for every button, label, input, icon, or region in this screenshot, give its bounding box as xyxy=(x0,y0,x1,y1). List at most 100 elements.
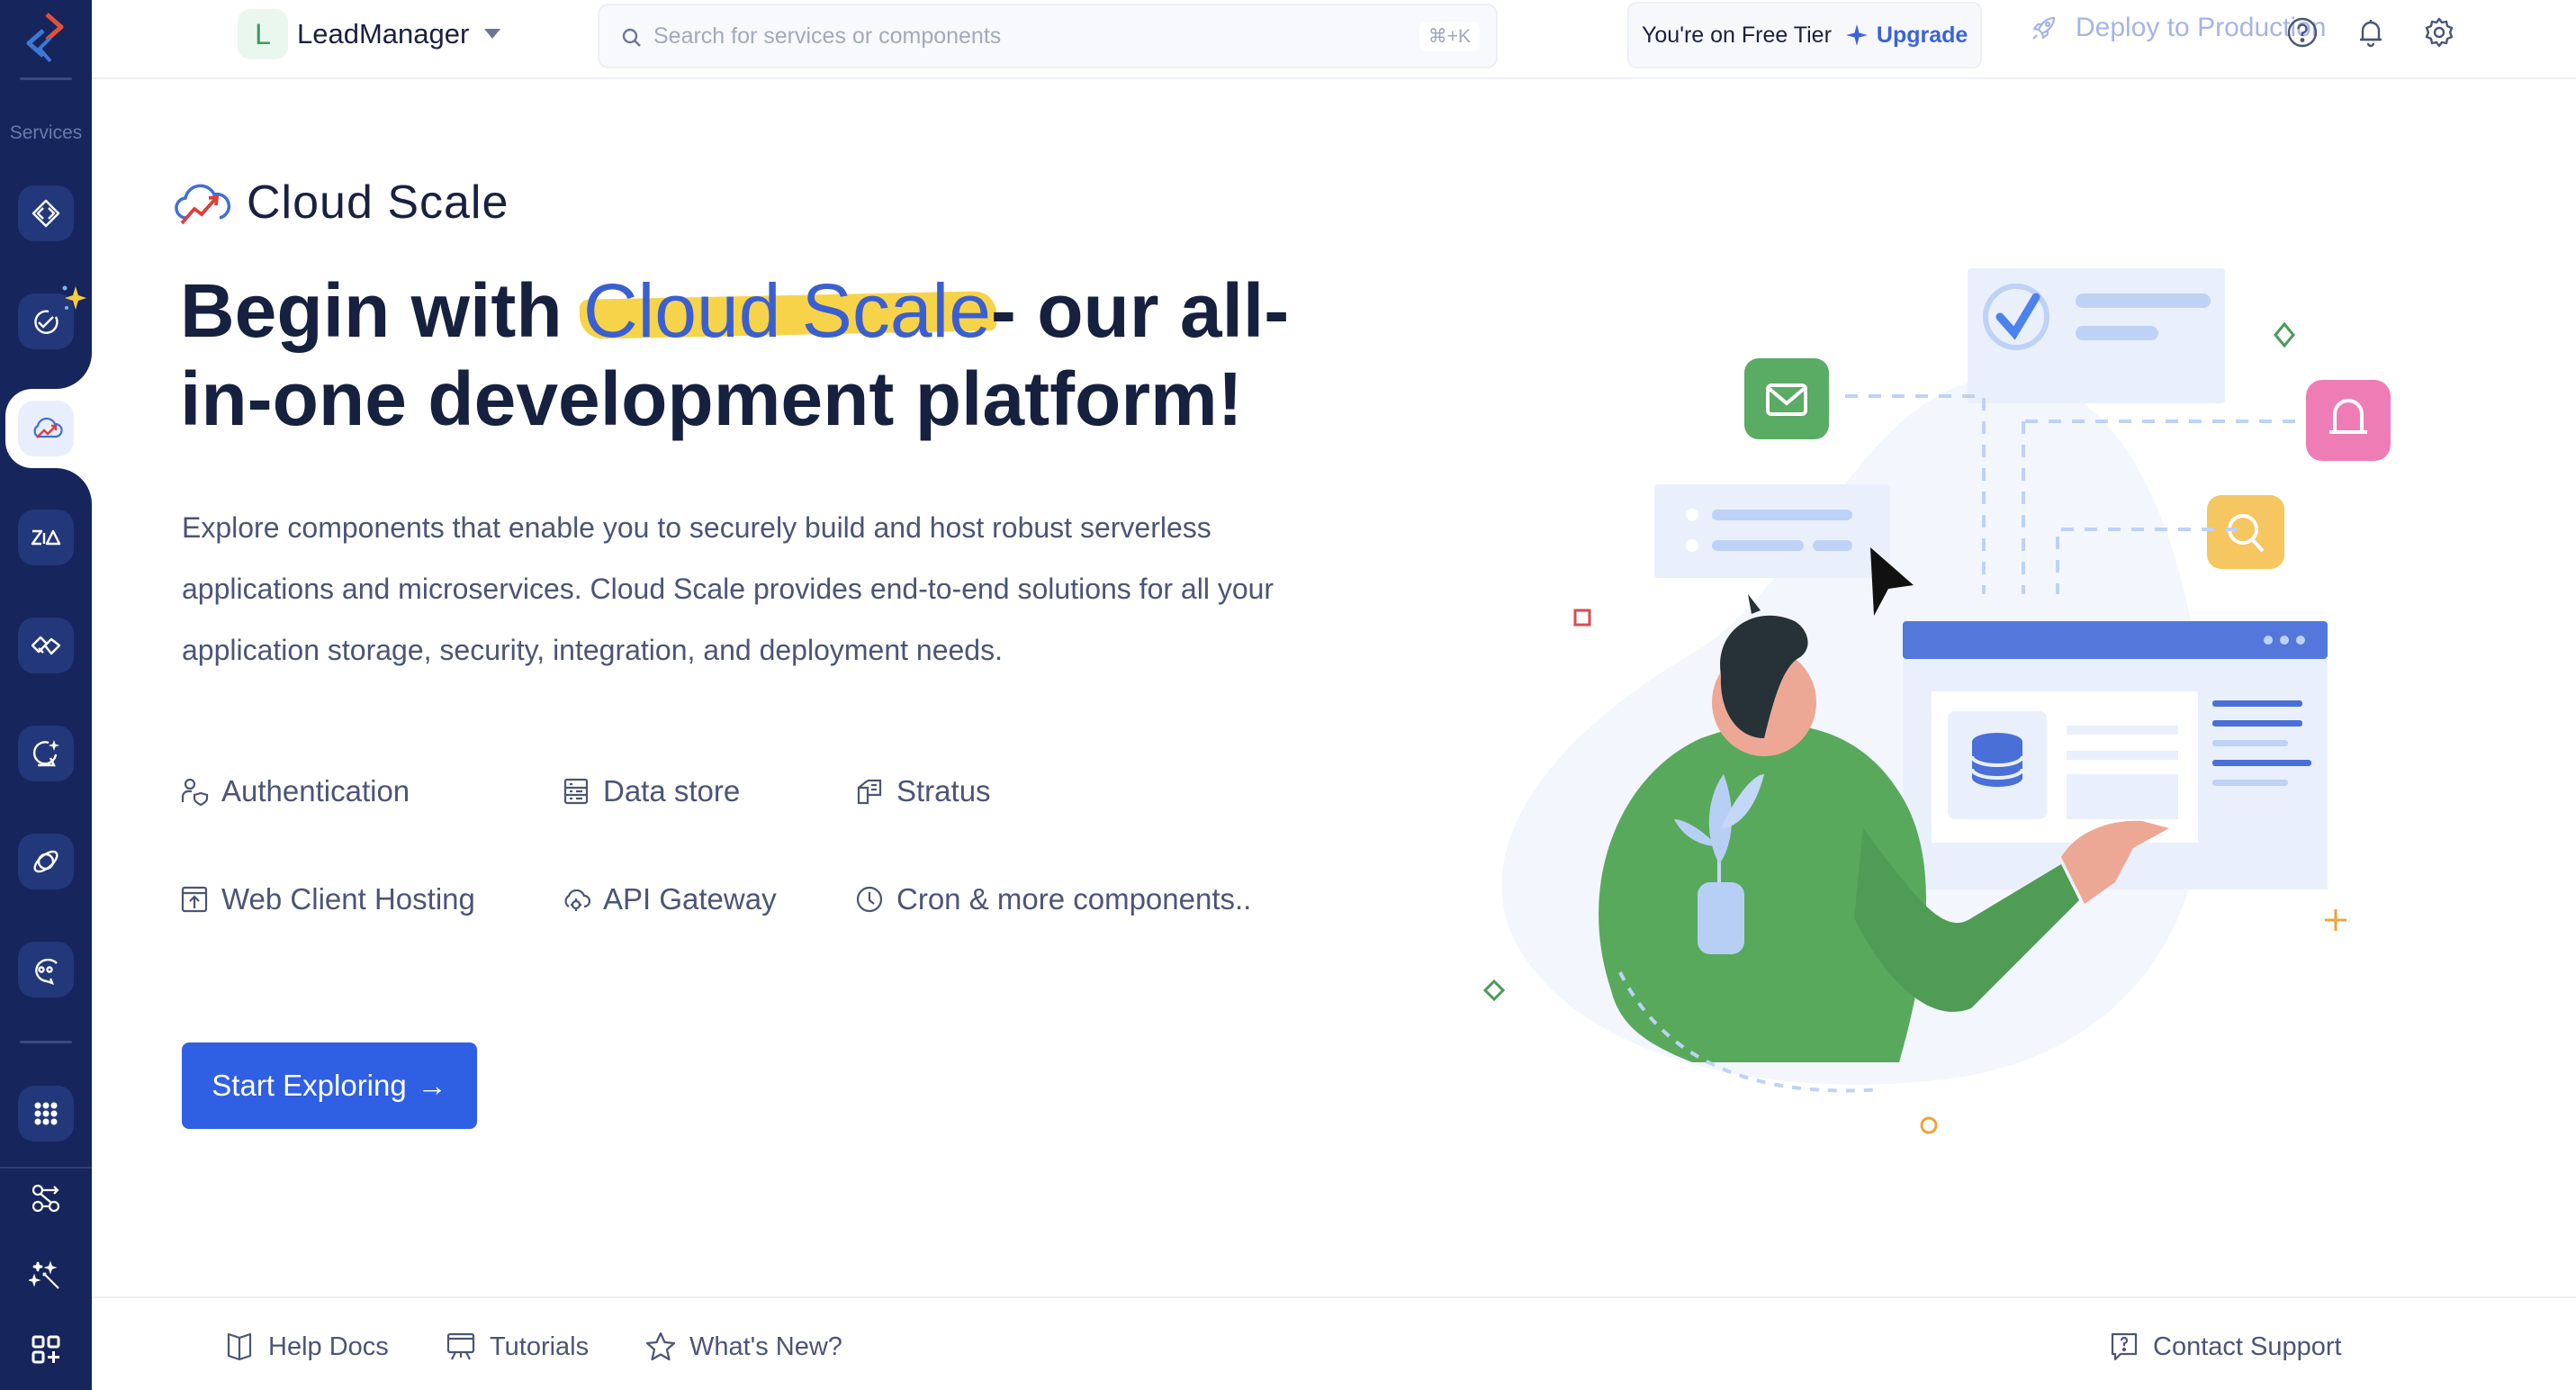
cloud-scale-logo-icon xyxy=(175,184,231,225)
tutorials-link[interactable]: Tutorials xyxy=(445,1331,589,1363)
web-hosting-icon xyxy=(181,886,208,913)
deploy-button[interactable]: Deploy to Production xyxy=(2029,13,2327,43)
square-shape xyxy=(1573,609,1591,627)
settings-button[interactable] xyxy=(2419,13,2459,52)
product-description: Explore components that enable you to se… xyxy=(182,511,1274,666)
add-widget-icon xyxy=(32,1335,60,1364)
sidebar-item-quickml[interactable] xyxy=(18,726,74,781)
orbit-icon xyxy=(33,850,59,873)
sidebar-item-workflow[interactable] xyxy=(18,1170,74,1226)
feature-item: Data store xyxy=(562,774,740,808)
feature-label: API Gateway xyxy=(603,882,777,916)
sidebar-divider xyxy=(0,1167,92,1169)
sidebar-item-add-widget[interactable] xyxy=(18,1322,74,1377)
sidebar-divider xyxy=(20,1041,72,1043)
feature-item: API Gateway xyxy=(562,882,777,916)
feature-label: Data store xyxy=(603,774,741,808)
sparkle-icon xyxy=(1845,24,1868,46)
help-docs-label: Help Docs xyxy=(268,1331,389,1361)
tutorial-board-icon xyxy=(446,1332,475,1360)
sidebar-item-all-apps[interactable] xyxy=(18,1086,74,1142)
catalyst-logo-icon[interactable] xyxy=(20,11,72,67)
chevron-down-icon[interactable] xyxy=(484,29,500,39)
feature-label: Authentication xyxy=(221,774,410,808)
circle-shape xyxy=(1920,1116,1938,1134)
feature-item: Web Client Hosting xyxy=(180,882,475,916)
api-gateway-icon xyxy=(564,889,590,911)
arrow-right-icon: → xyxy=(417,1069,447,1102)
all-apps-icon xyxy=(34,1102,58,1125)
hero-prefix: Begin with xyxy=(180,268,583,353)
feature-label: Web Client Hosting xyxy=(221,882,475,916)
contact-support-link[interactable]: Contact Support xyxy=(2108,1331,2342,1363)
search-shortcut: ⌘+K xyxy=(1419,22,1480,51)
feature-label: Cron & more components.. xyxy=(896,882,1252,916)
clock-icon xyxy=(856,886,883,913)
feature-label: Stratus xyxy=(896,774,991,808)
search-tile xyxy=(2207,495,2284,569)
bell-icon xyxy=(2360,20,2382,48)
sidebar-item-orbit[interactable] xyxy=(18,834,74,889)
mail-tile xyxy=(1744,358,1829,439)
whats-new-label: What's New? xyxy=(689,1331,842,1361)
code-services-icon xyxy=(32,199,60,228)
help-icon xyxy=(2287,17,2318,48)
sidebar-item-integrations[interactable] xyxy=(18,618,74,673)
diamond-shape xyxy=(2274,321,2295,348)
org-switcher[interactable]: LeadManager xyxy=(297,18,469,50)
sidebar: Services xyxy=(0,0,104,1390)
search-icon xyxy=(622,28,641,47)
zia-icon xyxy=(31,529,61,546)
hero-heading: Begin with Cloud Scale- our all-in-one d… xyxy=(180,266,1350,443)
active-notch xyxy=(54,468,92,504)
help-button[interactable] xyxy=(2283,13,2322,52)
diamond-shape xyxy=(1482,979,1506,1002)
workflow-icon xyxy=(32,1184,60,1213)
gear-icon xyxy=(2425,17,2454,48)
notifications-button[interactable] xyxy=(2351,13,2391,52)
star-icon xyxy=(645,1331,676,1361)
sidebar-item-magic-wand[interactable] xyxy=(18,1248,74,1304)
whats-new-link[interactable]: What's New? xyxy=(644,1331,842,1363)
footer: Help Docs Tutorials What's New? Contact … xyxy=(92,1296,2576,1390)
feature-item: Cron & more components.. xyxy=(855,882,1251,916)
tier-text: You're on Free Tier xyxy=(1642,22,1832,48)
search-box[interactable]: ⌘+K xyxy=(598,4,1498,68)
sidebar-divider xyxy=(20,77,72,80)
book-icon xyxy=(227,1332,252,1361)
hero-highlight: Cloud Scale xyxy=(582,268,991,353)
search-input[interactable] xyxy=(653,5,1356,67)
cta-label: Start Exploring xyxy=(212,1069,407,1102)
sidebar-item-cloud-scale[interactable] xyxy=(18,401,74,456)
bell-tile xyxy=(2306,380,2391,461)
sidebar-item-chat-bot[interactable] xyxy=(18,942,74,997)
product-header: Cloud Scale xyxy=(173,173,509,232)
plus-shape xyxy=(2325,909,2346,931)
upgrade-button[interactable]: Upgrade xyxy=(1844,23,1968,49)
cloud-scale-icon xyxy=(33,417,63,438)
feature-item: Stratus xyxy=(855,774,991,808)
top-bar: L LeadManager ⌘+K You're on Free Tier Up… xyxy=(92,0,2576,79)
help-docs-link[interactable]: Help Docs xyxy=(223,1331,389,1363)
tier-banner: You're on Free Tier Upgrade xyxy=(1627,2,1982,68)
integrations-icon xyxy=(31,636,61,655)
sidebar-item-code-services[interactable] xyxy=(18,185,74,241)
org-avatar[interactable]: L xyxy=(238,9,288,59)
data-store-icon xyxy=(563,778,589,805)
authentication-icon xyxy=(181,778,209,806)
active-notch xyxy=(54,353,92,389)
sidebar-item-zia[interactable] xyxy=(18,510,74,565)
quickml-icon xyxy=(32,740,59,767)
stratus-icon xyxy=(857,779,882,805)
contact-support-label: Contact Support xyxy=(2153,1331,2342,1361)
sparkle-icon xyxy=(62,285,86,310)
product-title: Cloud Scale xyxy=(247,176,509,229)
start-exploring-button[interactable]: Start Exploring → xyxy=(182,1042,477,1129)
services-label: Services xyxy=(9,122,83,143)
list-card xyxy=(1654,484,1890,578)
chat-bot-icon xyxy=(35,958,58,985)
magic-wand-icon xyxy=(29,1260,59,1289)
sidebar-item-ai-services[interactable] xyxy=(18,285,86,349)
tutorials-label: Tutorials xyxy=(490,1331,590,1361)
feature-item: Authentication xyxy=(180,774,410,808)
